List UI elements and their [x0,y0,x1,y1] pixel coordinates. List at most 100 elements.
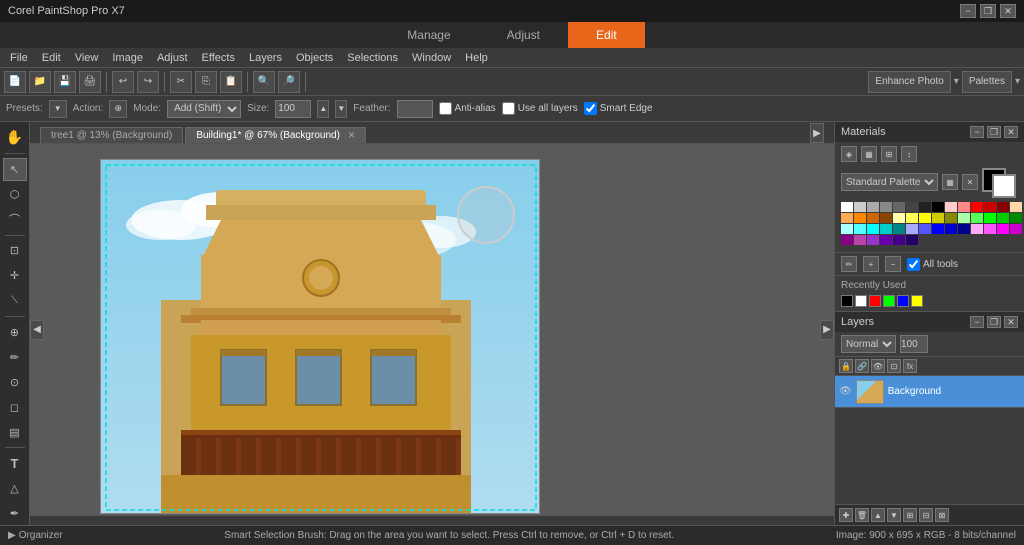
color-swatch[interactable] [880,202,892,212]
color-swatch[interactable] [880,235,892,245]
color-swatch[interactable] [867,235,879,245]
blend-mode-select[interactable]: Normal [841,335,896,353]
text-tool[interactable]: T [3,452,27,475]
mode-select[interactable]: Add (Shift) [167,100,241,118]
menu-edit[interactable]: Edit [36,50,67,66]
enhance-photo-button[interactable]: Enhance Photo [868,71,950,93]
mat-icon1[interactable]: ◈ [841,146,857,162]
color-swatch[interactable] [854,202,866,212]
menu-view[interactable]: View [69,50,105,66]
tab-tree1[interactable]: tree1 @ 13% (Background) [40,127,183,143]
all-tools-check[interactable]: All tools [907,258,958,271]
select-tool[interactable]: ↖ [3,158,27,181]
materials-close[interactable]: ✕ [1004,126,1018,138]
size-stepper-down[interactable]: ▼ [335,100,347,118]
cut-button[interactable]: ✂ [170,71,192,93]
pan-tool[interactable]: ✋ [3,126,27,149]
minimize-button[interactable]: − [960,4,976,18]
move-up-icon[interactable]: ▲ [871,508,885,522]
paste-button[interactable]: 📋 [220,71,242,93]
layer-merge-icon[interactable]: ⊟ [919,508,933,522]
fx-icon[interactable]: fx [903,359,917,373]
menu-adjust[interactable]: Adjust [151,50,194,66]
color-swatch[interactable] [984,213,996,223]
color-swatch[interactable] [854,224,866,234]
redeye-tool[interactable]: ⊕ [3,321,27,344]
link-icon[interactable]: 🔗 [855,359,869,373]
minus-icon[interactable]: − [885,256,901,272]
redo-button[interactable]: ↪ [137,71,159,93]
mat-icon4[interactable]: ↕ [901,146,917,162]
menu-file[interactable]: File [4,50,34,66]
color-swatch[interactable] [841,213,853,223]
color-swatch[interactable] [997,213,1009,223]
close-building1-icon[interactable]: ✕ [348,130,356,140]
recent-color-swatch[interactable] [869,295,881,307]
move-down-icon[interactable]: ▼ [887,508,901,522]
menu-objects[interactable]: Objects [290,50,339,66]
menu-image[interactable]: Image [106,50,149,66]
palettes-button[interactable]: Palettes [962,71,1012,93]
recent-color-swatch[interactable] [897,295,909,307]
recent-color-swatch[interactable] [911,295,923,307]
lock-icon[interactable]: 🔒 [839,359,853,373]
color-swatch[interactable] [867,224,879,234]
size-input[interactable] [275,100,311,118]
copy-button[interactable]: ⎘ [195,71,217,93]
color-swatch[interactable] [919,202,931,212]
menu-selections[interactable]: Selections [341,50,404,66]
materials-restore[interactable]: ❐ [987,126,1001,138]
color-swatch[interactable] [945,213,957,223]
fill-tool[interactable]: ▤ [3,421,27,444]
restore-button[interactable]: ❐ [980,4,996,18]
color-swatch[interactable] [997,224,1009,234]
color-swatch[interactable] [945,224,957,234]
print-button[interactable]: 🖨 [79,71,101,93]
clone-tool[interactable]: ⊙ [3,371,27,394]
color-swatch[interactable] [906,235,918,245]
color-swatch[interactable] [919,224,931,234]
color-swatch[interactable] [945,202,957,212]
color-swatch[interactable] [893,235,905,245]
save-button[interactable]: 💾 [54,71,76,93]
shapes-tool[interactable]: △ [3,477,27,500]
organizer-button[interactable]: ▶ Organizer [8,530,63,541]
color-swatch[interactable] [932,213,944,223]
color-swatch[interactable] [841,224,853,234]
undo-button[interactable]: ↩ [112,71,134,93]
color-swatch[interactable] [893,202,905,212]
color-swatch[interactable] [971,202,983,212]
layer-props-icon[interactable]: ⊠ [935,508,949,522]
color-swatch[interactable] [1010,202,1022,212]
antialias-checkbox[interactable] [439,102,452,115]
mat-icon2[interactable]: ▦ [861,146,877,162]
palette-icon2[interactable]: ✕ [962,174,978,190]
color-swatch[interactable] [1010,213,1022,223]
color-swatch[interactable] [854,213,866,223]
color-swatch[interactable] [841,235,853,245]
canvas-image[interactable] [100,159,540,514]
plus-icon[interactable]: + [863,256,879,272]
size-stepper-up[interactable]: ▲ [317,100,329,118]
color-swatch[interactable] [971,213,983,223]
color-swatch[interactable] [893,224,905,234]
palette-selector[interactable]: Standard Palette [841,173,938,191]
color-swatch[interactable] [919,213,931,223]
color-swatch[interactable] [984,224,996,234]
move-tool[interactable]: ✛ [3,264,27,287]
layers-restore[interactable]: ❐ [987,316,1001,328]
recent-color-swatch[interactable] [883,295,895,307]
tab-building1[interactable]: Building1* @ 67% (Background) ✕ [185,127,366,143]
color-swatch[interactable] [906,224,918,234]
background-color[interactable] [992,174,1016,198]
layer-eye-icon[interactable]: 👁 [839,386,852,397]
add-layer-icon[interactable]: ✚ [839,508,853,522]
antialias-check[interactable]: Anti-alias [439,102,496,115]
smart-edge-check[interactable]: Smart Edge [584,102,653,115]
palette-icon1[interactable]: ▦ [942,174,958,190]
color-swatch[interactable] [958,202,970,212]
opacity-input[interactable] [900,335,928,353]
pen-tool[interactable]: ✒ [3,502,27,525]
horizontal-scrollbar[interactable] [30,515,834,525]
action-icon[interactable]: ⊕ [109,100,127,118]
